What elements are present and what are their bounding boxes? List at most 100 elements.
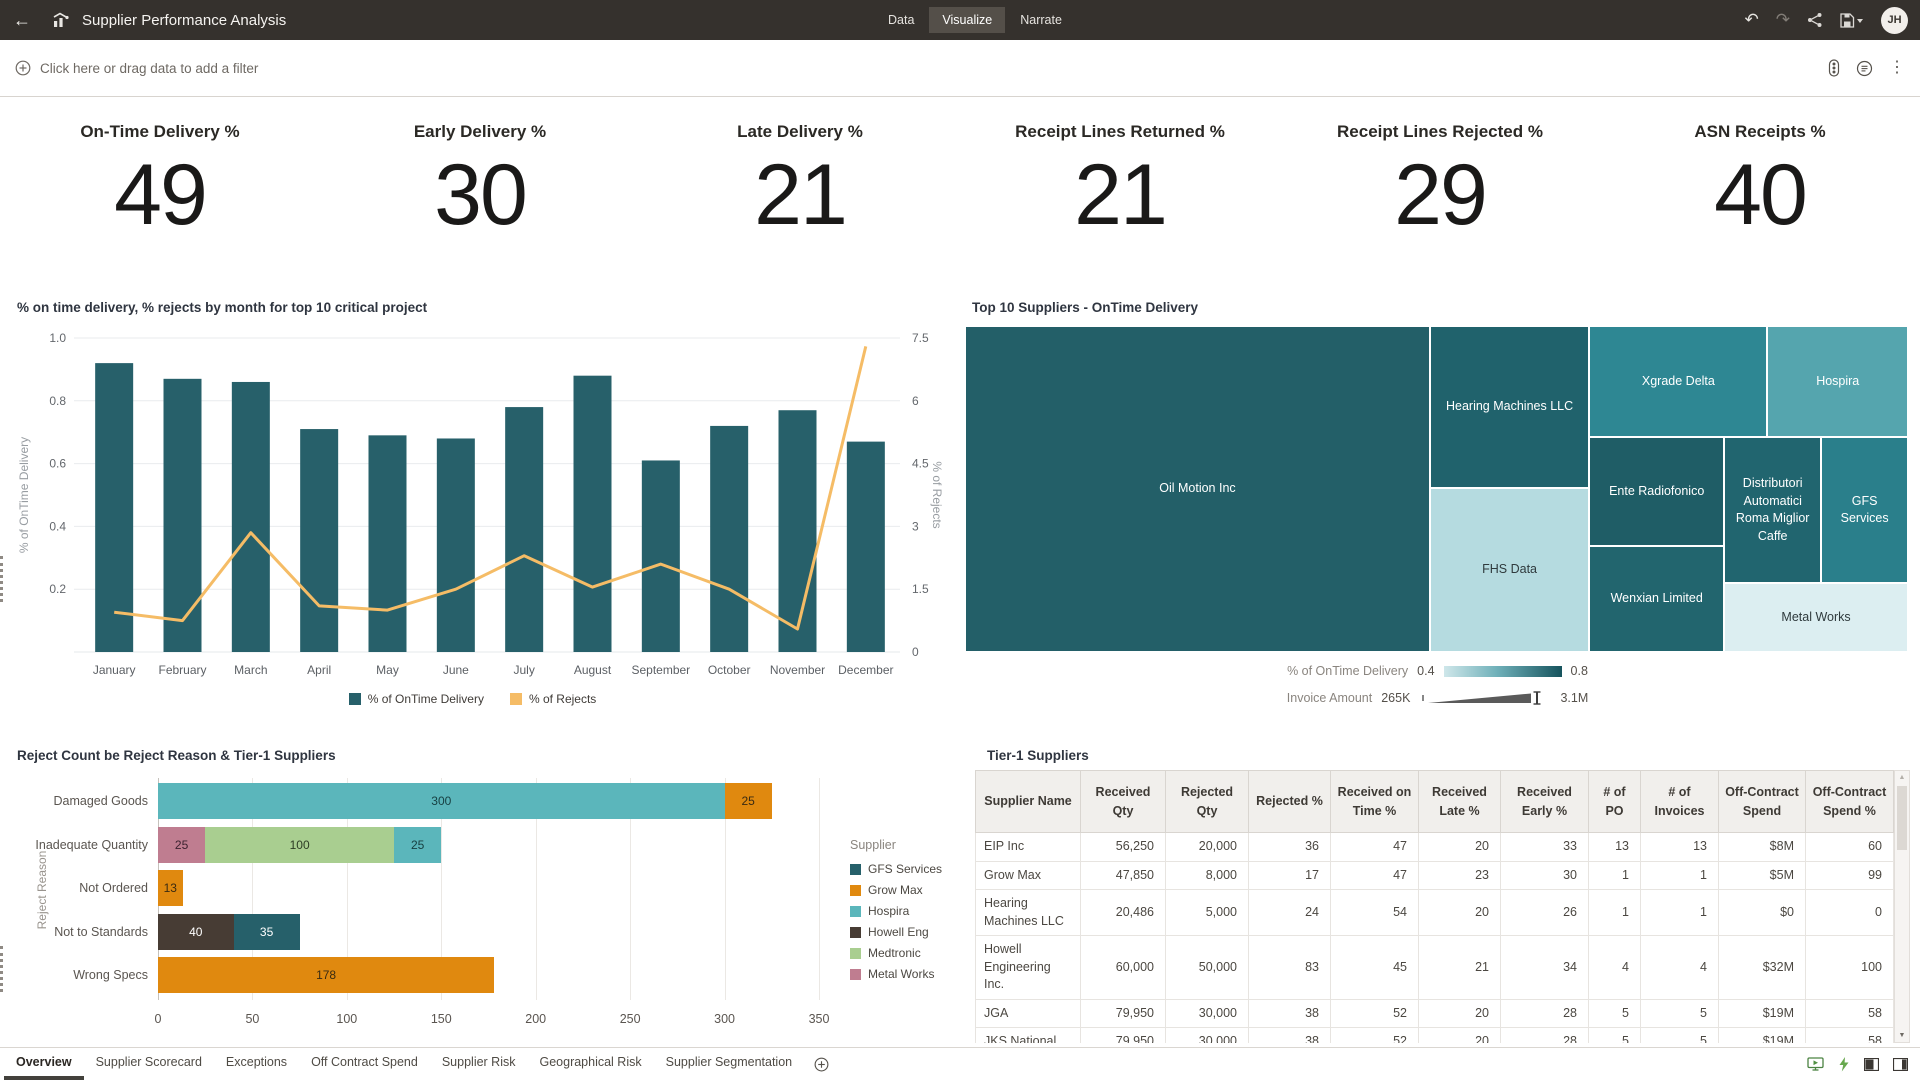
column-header-of-po[interactable]: # of PO (1589, 771, 1641, 833)
bar-may[interactable] (369, 435, 407, 652)
legend-item-of-ontime-delivery[interactable]: % of OnTime Delivery (349, 692, 484, 706)
treemap-tile-fhs-data[interactable]: FHS Data (1430, 488, 1589, 652)
table-scrollbar[interactable]: ▲ ▼ (1894, 770, 1910, 1043)
scrollbar-thumb[interactable] (1897, 786, 1907, 850)
column-header-of-invoices[interactable]: # of Invoices (1641, 771, 1719, 833)
bar-october[interactable] (710, 426, 748, 652)
treemap-tile-wenxian-limited[interactable]: Wenxian Limited (1589, 546, 1724, 652)
kebab-menu-icon[interactable]: ⋮ (1889, 60, 1905, 76)
treemap-tile-gfs-services[interactable]: GFS Services (1821, 437, 1908, 583)
column-header-off-contract-spend[interactable]: Off-Contract Spend (1719, 771, 1806, 833)
x-tick-label: 50 (230, 1012, 274, 1026)
add-canvas-icon[interactable] (804, 1048, 839, 1080)
share-icon[interactable] (1807, 12, 1823, 28)
bar-august[interactable] (574, 376, 612, 652)
reject-chart-panel: Reject Count be Reject Reason & Tier-1 S… (0, 740, 965, 1045)
kpi-tile-asn-receipts[interactable]: ASN Receipts %40 (1600, 98, 1920, 238)
legend-item-hospira[interactable]: Hospira (850, 904, 942, 918)
segment-inadequate-quantity-hospira[interactable]: 25 (394, 827, 441, 863)
canvas-tab-supplier-scorecard[interactable]: Supplier Scorecard (84, 1048, 214, 1080)
canvas-tab-overview[interactable]: Overview (4, 1048, 84, 1080)
kpi-tile-on-time-delivery[interactable]: On-Time Delivery %49 (0, 98, 320, 238)
mode-tab-visualize[interactable]: Visualize (929, 7, 1005, 33)
canvas-resize-handle[interactable] (0, 556, 4, 602)
redo-icon[interactable]: ↷ (1776, 12, 1790, 29)
treemap-tile-hearing-machines-llc[interactable]: Hearing Machines LLC (1430, 326, 1589, 488)
bar-april[interactable] (300, 429, 338, 652)
kpi-tile-receipt-lines-returned[interactable]: Receipt Lines Returned %21 (960, 98, 1280, 238)
column-header-received-qty[interactable]: Received Qty (1081, 771, 1166, 833)
treemap-tile-hospira[interactable]: Hospira (1767, 326, 1908, 437)
canvas-properties-icon[interactable] (1828, 59, 1840, 77)
column-header-received-late[interactable]: Received Late % (1419, 771, 1501, 833)
table-row-jga[interactable]: JGA79,95030,0003852202855$19M58 (976, 999, 1894, 1028)
legend-item-howell-eng[interactable]: Howell Eng (850, 925, 942, 939)
bar-february[interactable] (164, 379, 202, 652)
canvas-tab-supplier-risk[interactable]: Supplier Risk (430, 1048, 528, 1080)
mode-tab-narrate[interactable]: Narrate (1007, 7, 1075, 33)
scroll-up-icon[interactable]: ▲ (1895, 774, 1909, 781)
value-cell: 79,950 (1081, 999, 1166, 1028)
bar-december[interactable] (847, 442, 885, 652)
column-header-rejected-qty[interactable]: Rejected Qty (1166, 771, 1249, 833)
canvas-tab-off-contract-spend[interactable]: Off Contract Spend (299, 1048, 430, 1080)
bar-march[interactable] (232, 382, 270, 652)
canvas-tab-exceptions[interactable]: Exceptions (214, 1048, 299, 1080)
back-arrow-icon[interactable]: ← (0, 10, 44, 31)
segment-wrong-specs-grow-max[interactable]: 178 (158, 957, 494, 993)
segment-damaged-goods-hospira[interactable]: 300 (158, 783, 725, 819)
segment-inadequate-quantity-medtronic[interactable]: 100 (205, 827, 394, 863)
treemap-tile-metal-works[interactable]: Metal Works (1724, 583, 1908, 652)
panel-left-icon[interactable] (1864, 1058, 1879, 1071)
segment-not-to-standards-gfs-services[interactable]: 35 (234, 914, 300, 950)
panel-right-icon[interactable] (1893, 1058, 1908, 1071)
legend-item-gfs-services[interactable]: GFS Services (850, 862, 942, 876)
legend-item-medtronic[interactable]: Medtronic (850, 946, 942, 960)
scroll-down-icon[interactable]: ▼ (1895, 1032, 1909, 1039)
table-row-jks-national[interactable]: JKS National79,95030,0003852202855$19M58 (976, 1028, 1894, 1044)
kpi-tile-late-delivery[interactable]: Late Delivery %21 (640, 98, 960, 238)
value-cell: 17 (1249, 861, 1331, 890)
bar-september[interactable] (642, 460, 680, 652)
bar-july[interactable] (505, 407, 543, 652)
treemap-tile-ente-radiofonico[interactable]: Ente Radiofonico (1589, 437, 1724, 545)
column-header-received-on-time[interactable]: Received on Time % (1331, 771, 1419, 833)
kpi-tile-receipt-lines-rejected[interactable]: Receipt Lines Rejected %29 (1280, 98, 1600, 238)
column-header-rejected[interactable]: Rejected % (1249, 771, 1331, 833)
treemap-tile-distributori-automatici-roma-miglior-caffe[interactable]: Distributori Automatici Roma Miglior Caf… (1724, 437, 1821, 583)
canvas-tab-geographical-risk[interactable]: Geographical Risk (527, 1048, 653, 1080)
auto-insights-icon[interactable] (1838, 1057, 1850, 1072)
value-cell: 8,000 (1166, 861, 1249, 890)
table-row-howell-engineering-inc[interactable]: Howell Engineering Inc.60,00050,00083452… (976, 936, 1894, 1000)
canvas-resize-handle[interactable] (0, 946, 4, 992)
bar-january[interactable] (95, 363, 133, 652)
bar-june[interactable] (437, 438, 475, 652)
segment-not-ordered-grow-max[interactable]: 13 (158, 870, 183, 906)
kpi-tile-early-delivery[interactable]: Early Delivery %30 (320, 98, 640, 238)
treemap-tile-oil-motion-inc[interactable]: Oil Motion Inc (965, 326, 1430, 652)
present-icon[interactable] (1807, 1057, 1824, 1071)
avatar[interactable]: JH (1881, 7, 1908, 34)
add-filter-prompt[interactable]: Click here or drag data to add a filter (15, 60, 258, 76)
save-icon[interactable] (1840, 13, 1864, 28)
table-row-grow-max[interactable]: Grow Max47,8508,0001747233011$5M99 (976, 861, 1894, 890)
rejects-line[interactable] (114, 346, 866, 629)
undo-icon[interactable]: ↶ (1745, 12, 1759, 29)
table-row-eip-inc[interactable]: EIP Inc56,25020,000364720331313$8M60 (976, 833, 1894, 862)
bar-november[interactable] (779, 410, 817, 652)
mode-tab-data[interactable]: Data (875, 7, 927, 33)
treemap-tile-xgrade-delta[interactable]: Xgrade Delta (1589, 326, 1767, 437)
column-header-supplier-name[interactable]: Supplier Name (976, 771, 1081, 833)
column-header-received-early[interactable]: Received Early % (1501, 771, 1589, 833)
column-header-off-contract-spend[interactable]: Off-Contract Spend % (1806, 771, 1894, 833)
color-gradient-bar[interactable] (1444, 666, 1562, 677)
canvas-tab-supplier-segmentation[interactable]: Supplier Segmentation (654, 1048, 804, 1080)
table-row-hearing-machines-llc[interactable]: Hearing Machines LLC20,4865,000245420261… (976, 890, 1894, 936)
segment-damaged-goods-grow-max[interactable]: 25 (725, 783, 772, 819)
segment-inadequate-quantity-metal-works[interactable]: 25 (158, 827, 205, 863)
legend-item-of-rejects[interactable]: % of Rejects (510, 692, 596, 706)
segment-not-to-standards-howell-eng[interactable]: 40 (158, 914, 234, 950)
legend-item-metal-works[interactable]: Metal Works (850, 967, 942, 981)
legend-item-grow-max[interactable]: Grow Max (850, 883, 942, 897)
annotations-icon[interactable] (1856, 60, 1873, 77)
